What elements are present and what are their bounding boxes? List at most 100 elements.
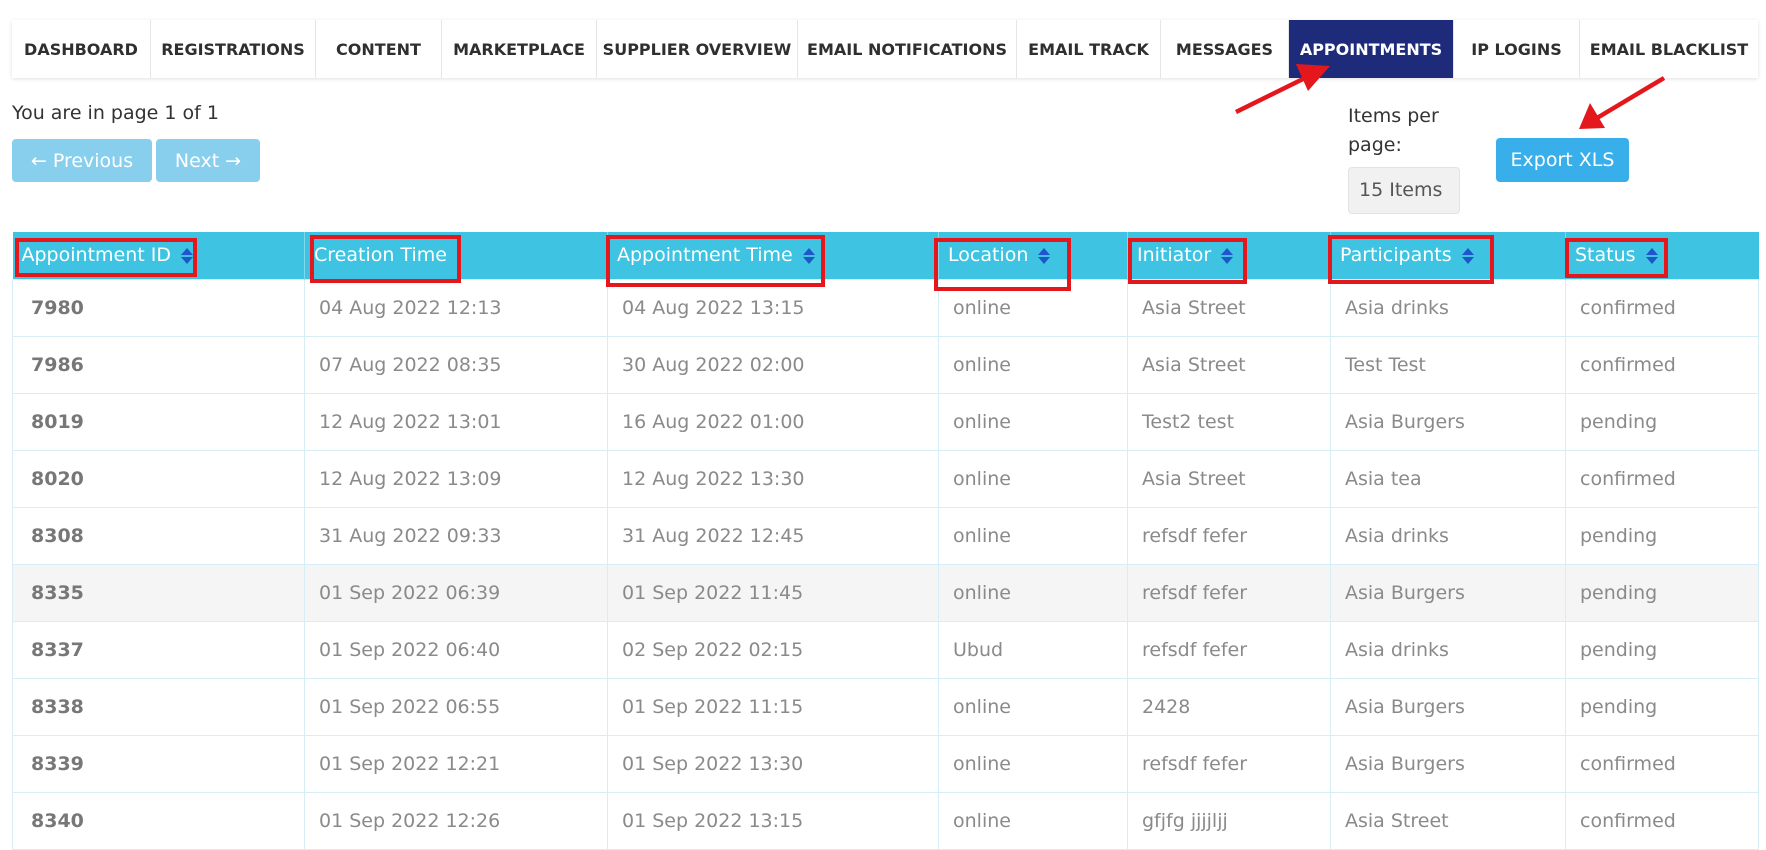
sort-icon[interactable] <box>1645 247 1658 264</box>
table-row[interactable]: 8308 31 Aug 2022 09:33 31 Aug 2022 12:45… <box>12 506 1759 565</box>
table-row[interactable]: 8020 12 Aug 2022 13:09 12 Aug 2022 13:30… <box>12 449 1759 508</box>
table-row[interactable]: 7980 04 Aug 2022 12:13 04 Aug 2022 13:15… <box>12 278 1759 337</box>
cell-appointment-time: 02 Sep 2022 02:15 <box>607 620 939 679</box>
cell-initiator: Test2 test <box>1127 392 1331 451</box>
cell-initiator: Asia Street <box>1127 335 1331 394</box>
cell-appointment-time: 01 Sep 2022 11:45 <box>607 563 939 622</box>
tab-email-notifications[interactable]: EMAIL NOTIFICATIONS <box>798 20 1017 78</box>
column-header-initiator[interactable]: Initiator <box>1127 232 1331 279</box>
cell-appointment-time: 30 Aug 2022 02:00 <box>607 335 939 394</box>
tab-registrations[interactable]: REGISTRATIONS <box>151 20 316 78</box>
cell-creation-time: 12 Aug 2022 13:01 <box>304 392 608 451</box>
tab-ip-logins[interactable]: IP LOGINS <box>1454 20 1580 78</box>
cell-participants: Asia drinks <box>1330 620 1566 679</box>
cell-appointment-time: 31 Aug 2022 12:45 <box>607 506 939 565</box>
tab-dashboard[interactable]: DASHBOARD <box>12 20 151 78</box>
table-row[interactable]: 8339 01 Sep 2022 12:21 01 Sep 2022 13:30… <box>12 734 1759 793</box>
tab-appointments[interactable]: APPOINTMENTS <box>1289 20 1454 78</box>
cell-location: Ubud <box>938 620 1128 679</box>
cell-status: pending <box>1565 677 1759 736</box>
cell-status: pending <box>1565 506 1759 565</box>
table-row[interactable]: 8340 01 Sep 2022 12:26 01 Sep 2022 13:15… <box>12 791 1759 850</box>
table-header-row: Appointment ID Creation Time Appointment… <box>12 232 1759 279</box>
cell-creation-time: 01 Sep 2022 12:26 <box>304 791 608 850</box>
cell-appointment-time: 01 Sep 2022 13:15 <box>607 791 939 850</box>
tab-supplier-overview[interactable]: SUPPLIER OVERVIEW <box>597 20 798 78</box>
cell-status: pending <box>1565 392 1759 451</box>
cell-appointment-id: 8337 <box>12 620 305 679</box>
column-header-creation-time[interactable]: Creation Time <box>304 232 608 279</box>
cell-participants: Test Test <box>1330 335 1566 394</box>
tab-messages[interactable]: MESSAGES <box>1161 20 1289 78</box>
cell-appointment-time: 01 Sep 2022 13:30 <box>607 734 939 793</box>
column-label: Participants <box>1340 244 1452 267</box>
sort-icon[interactable] <box>1221 247 1234 264</box>
tab-marketplace[interactable]: MARKETPLACE <box>442 20 597 78</box>
table-row[interactable]: 8337 01 Sep 2022 06:40 02 Sep 2022 02:15… <box>12 620 1759 679</box>
column-header-status[interactable]: Status <box>1565 232 1759 279</box>
arrow-to-export-button-icon <box>1579 76 1666 129</box>
tab-email-blacklist[interactable]: EMAIL BLACKLIST <box>1580 20 1758 78</box>
cell-initiator: refsdf fefer <box>1127 506 1331 565</box>
cell-appointment-id: 8019 <box>12 392 305 451</box>
cell-creation-time: 12 Aug 2022 13:09 <box>304 449 608 508</box>
cell-appointment-id: 7980 <box>12 278 305 337</box>
tab-content[interactable]: CONTENT <box>316 20 442 78</box>
sort-icon[interactable] <box>1038 247 1051 264</box>
column-label: Location <box>948 244 1029 267</box>
sort-icon[interactable] <box>1461 247 1474 264</box>
column-label: Appointment Time <box>617 244 793 267</box>
cell-creation-time: 01 Sep 2022 06:55 <box>304 677 608 736</box>
column-header-appointment-time[interactable]: Appointment Time <box>607 232 939 279</box>
cell-appointment-id: 8335 <box>12 563 305 622</box>
cell-location: online <box>938 563 1128 622</box>
page-info: You are in page 1 of 1 <box>12 102 219 124</box>
cell-initiator: Asia Street <box>1127 449 1331 508</box>
cell-creation-time: 31 Aug 2022 09:33 <box>304 506 608 565</box>
cell-initiator: refsdf fefer <box>1127 620 1331 679</box>
column-label: Status <box>1575 244 1636 267</box>
items-per-page-select[interactable]: 15 Items <box>1348 167 1460 214</box>
cell-appointment-id: 8338 <box>12 677 305 736</box>
export-xls-button[interactable]: Export XLS <box>1496 138 1629 182</box>
nav-tabs: DASHBOARD REGISTRATIONS CONTENT MARKETPL… <box>12 20 1758 78</box>
cell-status: confirmed <box>1565 278 1759 337</box>
previous-button[interactable]: ← Previous <box>12 139 152 182</box>
table-row[interactable]: 8019 12 Aug 2022 13:01 16 Aug 2022 01:00… <box>12 392 1759 451</box>
next-button[interactable]: Next → <box>156 139 260 182</box>
appointments-table: Appointment ID Creation Time Appointment… <box>12 232 1759 850</box>
cell-appointment-id: 8020 <box>12 449 305 508</box>
cell-location: online <box>938 392 1128 451</box>
sort-icon[interactable] <box>802 247 815 264</box>
cell-initiator: refsdf fefer <box>1127 734 1331 793</box>
cell-creation-time: 01 Sep 2022 12:21 <box>304 734 608 793</box>
cell-status: confirmed <box>1565 449 1759 508</box>
column-label: Appointment ID <box>21 244 171 267</box>
cell-appointment-id: 7986 <box>12 335 305 394</box>
cell-appointment-id: 8339 <box>12 734 305 793</box>
cell-location: online <box>938 791 1128 850</box>
table-row[interactable]: 8338 01 Sep 2022 06:55 01 Sep 2022 11:15… <box>12 677 1759 736</box>
cell-creation-time: 01 Sep 2022 06:40 <box>304 620 608 679</box>
column-label: Creation Time <box>314 244 447 267</box>
sort-icon[interactable] <box>180 247 193 264</box>
cell-status: pending <box>1565 620 1759 679</box>
cell-status: pending <box>1565 563 1759 622</box>
cell-location: online <box>938 449 1128 508</box>
tab-email-track[interactable]: EMAIL TRACK <box>1017 20 1161 78</box>
cell-initiator: gfjfg jjjjljj <box>1127 791 1331 850</box>
items-per-page-label: Items per page: <box>1348 105 1439 156</box>
cell-location: online <box>938 335 1128 394</box>
column-label: Initiator <box>1137 244 1212 267</box>
table-row[interactable]: 7986 07 Aug 2022 08:35 30 Aug 2022 02:00… <box>12 335 1759 394</box>
column-header-participants[interactable]: Participants <box>1330 232 1566 279</box>
cell-initiator: refsdf fefer <box>1127 563 1331 622</box>
cell-participants: Asia tea <box>1330 449 1566 508</box>
table-row[interactable]: 8335 01 Sep 2022 06:39 01 Sep 2022 11:45… <box>12 563 1759 622</box>
column-header-appointment-id[interactable]: Appointment ID <box>12 232 305 279</box>
cell-appointment-id: 8308 <box>12 506 305 565</box>
cell-participants: Asia Burgers <box>1330 677 1566 736</box>
column-header-location[interactable]: Location <box>938 232 1128 279</box>
cell-participants: Asia Burgers <box>1330 563 1566 622</box>
cell-participants: Asia Street <box>1330 791 1566 850</box>
